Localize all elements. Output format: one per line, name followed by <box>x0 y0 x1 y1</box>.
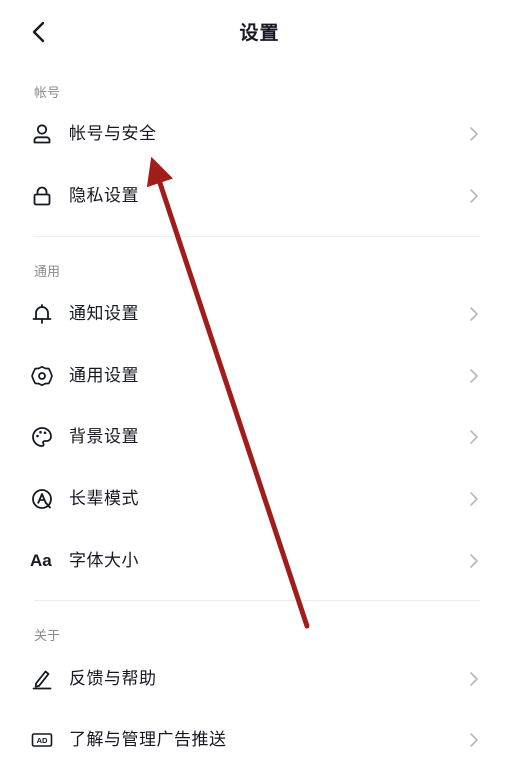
settings-item-elder-mode[interactable]: 长辈模式 <box>0 474 519 524</box>
font-size-icon: Aa <box>30 551 52 570</box>
settings-item-ad-management[interactable]: AD 了解与管理广告推送 <box>0 715 519 765</box>
bell-icon <box>30 302 54 326</box>
section-label-general: 通用 <box>34 265 61 280</box>
lock-icon <box>30 184 54 208</box>
settings-item-general[interactable]: 通用设置 <box>0 351 519 401</box>
pen-icon <box>30 667 54 691</box>
section-divider <box>34 236 480 237</box>
elder-mode-icon <box>30 487 54 511</box>
palette-icon <box>30 425 54 449</box>
settings-item-label: 帐号与安全 <box>69 124 157 144</box>
chevron-right-icon <box>470 430 478 444</box>
settings-item-label: 了解与管理广告推送 <box>69 730 227 750</box>
chevron-right-icon <box>470 733 478 747</box>
settings-item-privacy[interactable]: 隐私设置 <box>0 171 519 221</box>
settings-item-label: 通知设置 <box>69 304 139 324</box>
settings-item-notifications[interactable]: 通知设置 <box>0 289 519 339</box>
header-bar: 设置 <box>0 0 519 64</box>
chevron-right-icon <box>470 492 478 506</box>
page-title: 设置 <box>239 22 280 44</box>
chevron-right-icon <box>470 307 478 321</box>
settings-item-background[interactable]: 背景设置 <box>0 412 519 462</box>
ad-icon: AD <box>30 728 54 752</box>
user-icon <box>30 122 54 146</box>
chevron-right-icon <box>470 369 478 383</box>
chevron-right-icon <box>470 554 478 568</box>
chevron-right-icon <box>470 127 478 141</box>
chevron-right-icon <box>470 189 478 203</box>
settings-item-label: 反馈与帮助 <box>69 669 157 689</box>
gear-icon <box>30 364 54 388</box>
section-label-about: 关于 <box>34 629 61 644</box>
section-divider <box>34 600 480 601</box>
settings-item-account-security[interactable]: 帐号与安全 <box>0 109 519 159</box>
settings-item-label: 隐私设置 <box>69 186 139 206</box>
settings-item-label: 背景设置 <box>69 427 139 447</box>
settings-item-label: 字体大小 <box>69 551 139 571</box>
ad-icon-text: AD <box>37 736 48 745</box>
settings-item-feedback-help[interactable]: 反馈与帮助 <box>0 654 519 704</box>
section-label-account: 帐号 <box>34 86 61 101</box>
settings-item-label: 长辈模式 <box>69 489 139 509</box>
chevron-right-icon <box>470 672 478 686</box>
settings-item-label: 通用设置 <box>69 366 139 386</box>
settings-item-font-size[interactable]: Aa 字体大小 <box>0 536 519 586</box>
